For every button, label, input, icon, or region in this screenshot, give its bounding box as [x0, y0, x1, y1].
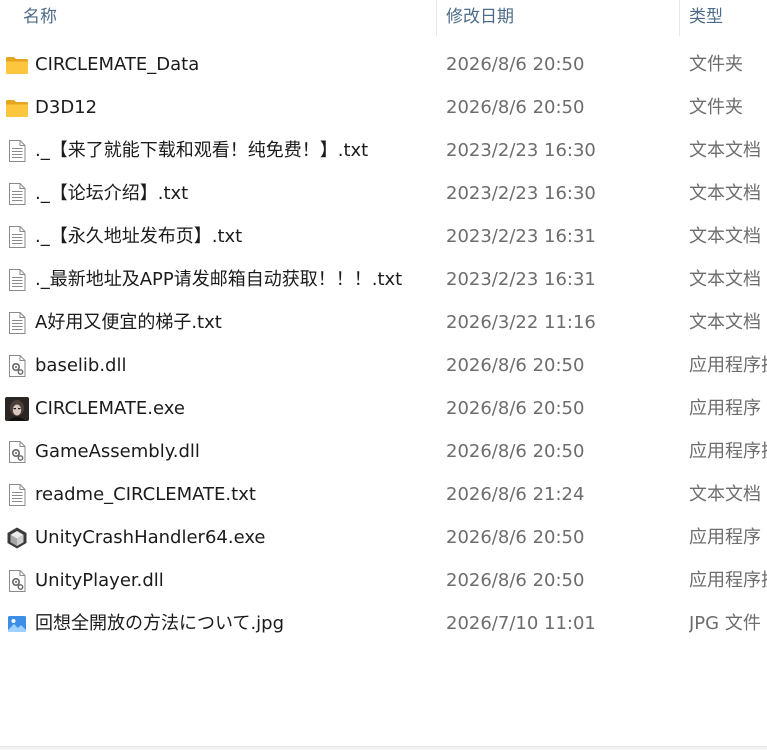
- file-row[interactable]: CIRCLEMATE_Data 2026/8/6 20:50 文件夹: [0, 43, 767, 86]
- file-row[interactable]: GameAssembly.dll 2026/8/6 20:50 应用程序扩展: [0, 430, 767, 473]
- column-header-name[interactable]: 名称: [23, 0, 57, 36]
- text-file-icon: [5, 311, 29, 335]
- file-row[interactable]: ._【永久地址发布页】.txt 2023/2/23 16:31 文本文档: [0, 215, 767, 258]
- file-type: 文本文档: [689, 140, 761, 161]
- column-header-date[interactable]: 修改日期: [446, 0, 514, 36]
- file-modified-date: 2026/7/10 11:01: [446, 613, 596, 634]
- column-divider[interactable]: [679, 0, 680, 36]
- file-type: 应用程序扩展: [689, 570, 767, 591]
- file-name: D3D12: [35, 97, 98, 118]
- file-list: CIRCLEMATE_Data 2026/8/6 20:50 文件夹 D3D12 202…: [0, 43, 767, 645]
- file-name: ._【论坛介绍】.txt: [35, 183, 189, 204]
- file-row[interactable]: UnityPlayer.dll 2026/8/6 20:50 应用程序扩展: [0, 559, 767, 602]
- file-name: UnityCrashHandler64.exe: [35, 527, 266, 548]
- column-divider[interactable]: [436, 0, 437, 36]
- file-name: UnityPlayer.dll: [35, 570, 164, 591]
- text-file-icon: [5, 483, 29, 507]
- file-type: JPG 文件: [689, 613, 761, 634]
- file-type: 应用程序: [689, 398, 761, 419]
- dll-file-icon: [5, 440, 29, 464]
- file-name: GameAssembly.dll: [35, 441, 200, 462]
- file-name: ._最新地址及APP请发邮箱自动获取！！！.txt: [35, 269, 403, 290]
- file-name: CIRCLEMATE.exe: [35, 398, 185, 419]
- text-file-icon: [5, 182, 29, 206]
- file-modified-date: 2023/2/23 16:30: [446, 140, 596, 161]
- column-header-type[interactable]: 类型: [689, 0, 723, 36]
- column-header-bar: ^ 名称 修改日期 类型: [0, 0, 767, 36]
- folder-icon: [5, 96, 29, 120]
- file-modified-date: 2026/8/6 20:50: [446, 54, 585, 75]
- text-file-icon: [5, 268, 29, 292]
- file-type: 文本文档: [689, 226, 761, 247]
- folder-icon: [5, 53, 29, 77]
- image-file-icon: [5, 612, 29, 636]
- file-row[interactable]: CIRCLEMATE.exe 2026/8/6 20:50 应用程序: [0, 387, 767, 430]
- file-row[interactable]: UnityCrashHandler64.exe 2026/8/6 20:50 应用程…: [0, 516, 767, 559]
- file-modified-date: 2026/8/6 21:24: [446, 484, 585, 505]
- file-type: 应用程序扩展: [689, 355, 767, 376]
- file-row[interactable]: ._最新地址及APP请发邮箱自动获取！！！.txt 2023/2/23 16:31…: [0, 258, 767, 301]
- file-modified-date: 2026/8/6 20:50: [446, 527, 585, 548]
- text-file-icon: [5, 139, 29, 163]
- file-row[interactable]: D3D12 2026/8/6 20:50 文件夹: [0, 86, 767, 129]
- file-modified-date: 2026/8/6 20:50: [446, 398, 585, 419]
- file-modified-date: 2026/3/22 11:16: [446, 312, 596, 333]
- file-row[interactable]: readme_CIRCLEMATE.txt 2026/8/6 21:24 文本文档: [0, 473, 767, 516]
- file-type: 应用程序扩展: [689, 441, 767, 462]
- file-name: A好用又便宜的梯子.txt: [35, 312, 222, 333]
- file-modified-date: 2023/2/23 16:31: [446, 269, 596, 290]
- dll-file-icon: [5, 354, 29, 378]
- file-type: 文本文档: [689, 269, 761, 290]
- file-name: ._【来了就能下载和观看！纯免费！】.txt: [35, 140, 369, 161]
- file-type: 文本文档: [689, 312, 761, 333]
- file-name: baselib.dll: [35, 355, 127, 376]
- file-modified-date: 2026/8/6 20:50: [446, 355, 585, 376]
- file-modified-date: 2023/2/23 16:31: [446, 226, 596, 247]
- file-row[interactable]: ._【来了就能下载和观看！纯免费！】.txt 2023/2/23 16:30 文本文…: [0, 129, 767, 172]
- file-modified-date: 2026/8/6 20:50: [446, 570, 585, 591]
- file-row[interactable]: A好用又便宜的梯子.txt 2026/3/22 11:16 文本文档: [0, 301, 767, 344]
- file-modified-date: 2023/2/23 16:30: [446, 183, 596, 204]
- file-type: 文件夹: [689, 54, 743, 75]
- file-modified-date: 2026/8/6 20:50: [446, 441, 585, 462]
- file-row[interactable]: baselib.dll 2026/8/6 20:50 应用程序扩展: [0, 344, 767, 387]
- file-row[interactable]: ._【论坛介绍】.txt 2023/2/23 16:30 文本文档: [0, 172, 767, 215]
- dll-file-icon: [5, 569, 29, 593]
- file-row[interactable]: 回想全開放の方法について.jpg 2026/7/10 11:01 JPG 文件: [0, 602, 767, 645]
- sort-ascending-icon: ^: [218, 0, 229, 9]
- file-name: ._【永久地址发布页】.txt: [35, 226, 243, 247]
- file-name: readme_CIRCLEMATE.txt: [35, 484, 256, 505]
- file-name: 回想全開放の方法について.jpg: [35, 613, 285, 634]
- file-type: 文件夹: [689, 97, 743, 118]
- text-file-icon: [5, 225, 29, 249]
- game-exe-icon: [5, 397, 29, 421]
- file-name: CIRCLEMATE_Data: [35, 54, 200, 75]
- file-type: 文本文档: [689, 484, 761, 505]
- file-modified-date: 2026/8/6 20:50: [446, 97, 585, 118]
- file-type: 文本文档: [689, 183, 761, 204]
- file-type: 应用程序: [689, 527, 761, 548]
- unity-exe-icon: [5, 526, 29, 550]
